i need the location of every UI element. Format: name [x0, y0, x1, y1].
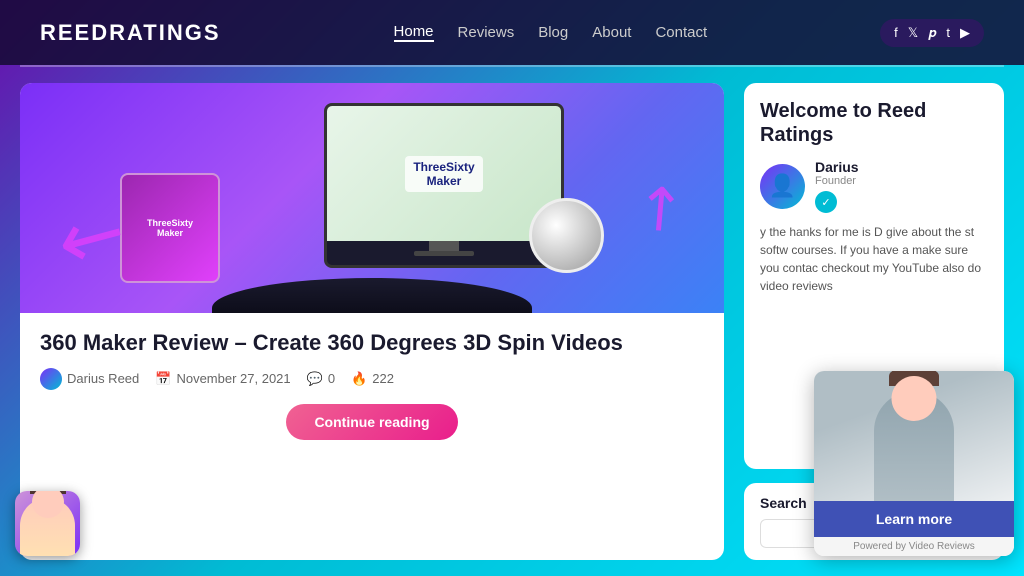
- nav-reviews[interactable]: Reviews: [458, 24, 515, 41]
- article-meta: Darius Reed 📅 November 27, 2021 💬 0 🔥 22…: [40, 368, 704, 390]
- comment-icon: 💬: [307, 371, 323, 387]
- person-head: [892, 376, 937, 421]
- article-image: ThreeSixtyMaker ↙ ↗: [20, 83, 724, 313]
- meta-views: 🔥 222: [351, 371, 394, 387]
- video-person: [814, 371, 1014, 501]
- author-avatar: 👤: [760, 164, 805, 209]
- author-name-label: Darius: [815, 159, 859, 175]
- welcome-title: Welcome to Reed Ratings: [760, 99, 988, 147]
- monitor-screen: [327, 106, 561, 241]
- calendar-icon: 📅: [155, 371, 171, 387]
- pinterest-icon[interactable]: 𝒑: [928, 25, 936, 41]
- corner-head: [32, 491, 64, 518]
- corner-person-figure: [20, 498, 75, 556]
- person-silhouette: [874, 391, 954, 501]
- nav-contact[interactable]: Contact: [655, 24, 707, 41]
- article-card: ThreeSixtyMaker ↙ ↗ 360 Maker Review – C…: [20, 83, 724, 560]
- site-header: ReedRatings Home Reviews Blog About Cont…: [0, 0, 1024, 65]
- monitor-base: [414, 251, 474, 256]
- tumblr-icon[interactable]: t: [946, 25, 950, 41]
- meta-comments: 💬 0: [307, 371, 335, 387]
- nav-home[interactable]: Home: [394, 23, 434, 42]
- article-date: November 27, 2021: [176, 371, 290, 386]
- main-nav: Home Reviews Blog About Contact: [394, 23, 708, 42]
- corner-avatar-widget: [15, 491, 80, 556]
- author-role-label: Founder: [815, 175, 859, 187]
- continue-reading-button[interactable]: Continue reading: [286, 404, 457, 440]
- author-badge: ✓: [815, 191, 837, 213]
- display-platform: [212, 278, 532, 313]
- meta-date: 📅 November 27, 2021: [155, 371, 290, 387]
- site-logo[interactable]: ReedRatings: [40, 20, 221, 46]
- powered-by-text: Powered by Video Reviews: [814, 537, 1014, 556]
- author-row: 👤 Darius Founder ✓: [760, 159, 988, 213]
- meta-author: Darius Reed: [40, 368, 139, 390]
- article-title: 360 Maker Review – Create 360 Degrees 3D…: [40, 329, 704, 358]
- video-preview: [814, 371, 1014, 501]
- welcome-description: y the hanks for me is D give about the s…: [760, 223, 988, 295]
- monitor-mockup: [324, 103, 564, 268]
- nav-blog[interactable]: Blog: [538, 24, 568, 41]
- article-content: 360 Maker Review – Create 360 Degrees 3D…: [20, 313, 724, 560]
- video-review-widget: Learn more Powered by Video Reviews: [814, 371, 1014, 556]
- youtube-icon[interactable]: ▶: [960, 25, 970, 41]
- views-count: 222: [372, 371, 394, 386]
- camera-ball: [529, 198, 604, 273]
- nav-about[interactable]: About: [592, 24, 631, 41]
- author-name: Darius Reed: [67, 371, 139, 386]
- author-info: Darius Founder ✓: [815, 159, 859, 213]
- twitter-icon[interactable]: 𝕏: [908, 25, 918, 41]
- views-icon: 🔥: [351, 371, 367, 387]
- facebook-icon[interactable]: f: [894, 25, 898, 41]
- arrow-right-decoration: ↗: [617, 165, 701, 251]
- learn-more-button[interactable]: Learn more: [814, 501, 1014, 537]
- author-avatar-small: [40, 368, 62, 390]
- monitor-stand: [429, 241, 459, 251]
- comment-count: 0: [328, 371, 335, 386]
- social-icons-bar: f 𝕏 𝒑 t ▶: [880, 19, 984, 47]
